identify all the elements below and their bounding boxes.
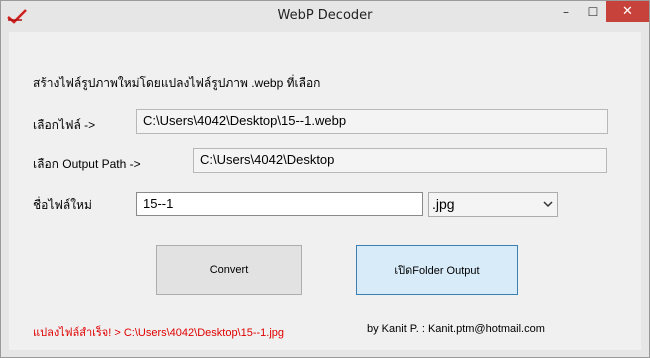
close-button[interactable]: ✕ [606,1,649,22]
convert-button[interactable]: Convert [156,245,302,295]
author-credit: by Kanit P. : Kanit.ptm@hotmail.com [367,323,545,335]
file-label: เลือกไฟล์ -> [33,118,96,132]
chevron-down-icon [543,201,553,208]
file-path-field[interactable]: C:\Users\4042\Desktop\15--1.webp [136,109,608,134]
status-message: แปลงไฟล์สำเร็จ! > C:\Users\4042\Desktop\… [33,327,285,339]
new-name-label: ชื่อไฟล์ใหม่ [33,198,92,212]
form-area: สร้างไฟล์รูปภาพใหม่โดยแปลงไฟล์รูปภาพ .we… [9,32,641,350]
window-title: WebP Decoder [277,8,373,23]
form-heading: สร้างไฟล์รูปภาพใหม่โดยแปลงไฟล์รูปภาพ .we… [33,76,321,90]
maximize-button[interactable]: ☐ [580,1,606,22]
minimize-button[interactable]: – [553,1,579,22]
open-folder-button[interactable]: เปิดFolder Output [356,245,518,295]
app-window: WebP Decoder – ☐ ✕ สร้างไฟล์รูปภาพใหม่โด… [0,0,650,358]
output-path-field[interactable]: C:\Users\4042\Desktop [193,148,607,173]
title-bar[interactable]: WebP Decoder – ☐ ✕ [1,1,649,32]
format-select[interactable]: .jpg [428,192,558,217]
format-select-value: .jpg [432,196,455,212]
new-name-input[interactable]: 15--1 [136,192,423,216]
output-path-label: เลือก Output Path -> [33,157,141,171]
